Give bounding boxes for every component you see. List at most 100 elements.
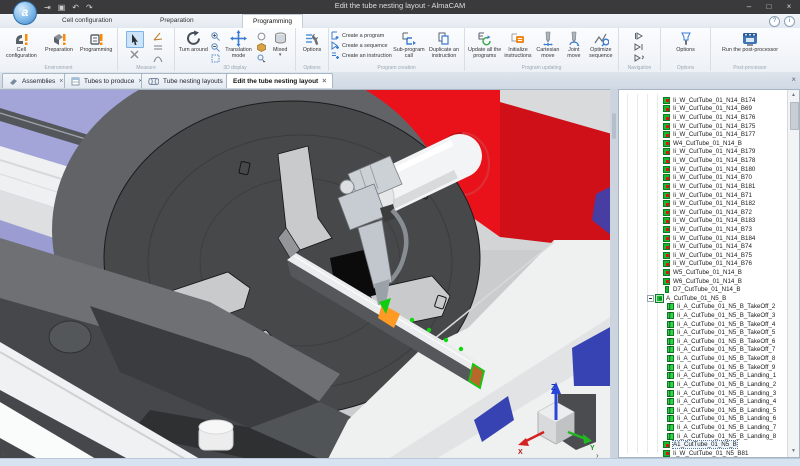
tab-cell-configuration[interactable]: Cell configuration bbox=[52, 14, 122, 27]
step-next-icon[interactable] bbox=[634, 42, 645, 52]
close-tab-icon[interactable]: × bbox=[322, 78, 326, 85]
tree-item[interactable]: Ii_A_CutTube_01_N5_B_TakeOff_9 bbox=[619, 363, 788, 372]
panel-splitter[interactable] bbox=[610, 89, 618, 458]
tree-item[interactable]: Ii_W_CutTube_01_N14_B74 bbox=[619, 242, 788, 251]
help-icon[interactable]: ? bbox=[769, 16, 780, 27]
tree-item[interactable]: Ii_A_CutTube_01_N5_B_TakeOff_5 bbox=[619, 328, 788, 337]
run-post-processor-button[interactable]: Run the post-processor bbox=[720, 29, 780, 69]
doc-tab-assemblies[interactable]: Assemblies × bbox=[2, 73, 70, 88]
tree-item[interactable]: A1_CutTube_01_N5_B bbox=[619, 440, 788, 449]
zoom-window-icon[interactable] bbox=[210, 53, 221, 63]
tree-item[interactable]: Ii_A_CutTube_01_N5_B_Landing_5 bbox=[619, 406, 788, 415]
tree-item[interactable]: Ii_A_CutTube_01_N5_B_TakeOff_7 bbox=[619, 346, 788, 355]
tree-item[interactable]: Ii_W_CutTube_01_N14_B75 bbox=[619, 251, 788, 260]
tree-item[interactable]: Ii_A_CutTube_01_N5_B_TakeOff_8 bbox=[619, 354, 788, 363]
tree-scrollbar[interactable]: ▲ ▼ bbox=[787, 90, 799, 457]
tree-item[interactable]: Ii_W_CutTube_01_N14_B181 bbox=[619, 182, 788, 191]
tree-item[interactable]: Ii_W_CutTube_01_N14_B184 bbox=[619, 234, 788, 243]
scroll-left-icon[interactable]: ‹ bbox=[2, 449, 5, 458]
close-panel-icon[interactable]: × bbox=[791, 75, 796, 84]
3d-viewport[interactable]: Z X Y ‹ › bbox=[0, 89, 612, 458]
tree-item[interactable]: Ii_A_CutTube_01_N5_B_TakeOff_4 bbox=[619, 320, 788, 329]
zoom-selection-icon[interactable] bbox=[256, 53, 267, 63]
turn-around-button[interactable]: Turn around bbox=[177, 29, 210, 69]
tree-item[interactable]: Ii_A_CutTube_01_N5_B_Landing_3 bbox=[619, 389, 788, 398]
tree-item[interactable]: Ii_A_CutTube_01_N5_B_Landing_4 bbox=[619, 397, 788, 406]
zoom-in-icon[interactable] bbox=[210, 31, 221, 41]
tree-item[interactable]: Ii_A_CutTube_01_N5_B_Landing_6 bbox=[619, 415, 788, 424]
go-to-instruction-icon[interactable] bbox=[634, 53, 645, 63]
close-tab-icon[interactable]: × bbox=[59, 78, 63, 85]
mixed-button[interactable]: Mixed ▾ bbox=[267, 29, 293, 69]
tree-item[interactable]: Ii_A_CutTube_01_N5_B_Landing_8 bbox=[619, 432, 788, 441]
tree-item[interactable]: Ii_W_CutTube_01_N14_B73 bbox=[619, 225, 788, 234]
minimize-button[interactable]: – bbox=[740, 0, 758, 14]
tree-item[interactable]: Ii_A_CutTube_01_N5_B_Landing_1 bbox=[619, 372, 788, 381]
tree-item[interactable]: Ii_W_CutTube_01_N14_B69 bbox=[619, 105, 788, 114]
almacam-logo[interactable]: a bbox=[13, 1, 37, 25]
tree-item[interactable]: Ii_W_CutTube_01_N14_B70 bbox=[619, 173, 788, 182]
tree-item[interactable]: Ii_W_CutTube_01_N14_B176 bbox=[619, 113, 788, 122]
scroll-down-icon[interactable]: ▼ bbox=[788, 446, 799, 457]
tree-item[interactable]: Ii_W_CutTube_01_N14_B72 bbox=[619, 208, 788, 217]
tree-item[interactable]: D7_CutTube_01_N14_B bbox=[619, 285, 788, 294]
tree-item[interactable]: A_CutTube_01_N5_B bbox=[619, 294, 788, 303]
delete-measure-icon[interactable] bbox=[126, 49, 142, 59]
tree-item[interactable]: Ii_A_CutTube_01_N5_B_TakeOff_2 bbox=[619, 303, 788, 312]
joint-move-button[interactable]: Joint move bbox=[562, 29, 586, 69]
doc-tab-tube-nesting-layouts[interactable]: Tube nesting layouts × bbox=[141, 73, 238, 88]
tree-item[interactable]: Ii_W_CutTube_01_N14_B183 bbox=[619, 217, 788, 226]
step-first-icon[interactable] bbox=[634, 31, 645, 41]
tree-item[interactable]: Ii_A_CutTube_01_N5_B_Landing_2 bbox=[619, 380, 788, 389]
pointer-tool-icon[interactable] bbox=[126, 31, 144, 48]
info-icon[interactable]: i bbox=[784, 16, 795, 27]
tree-item[interactable]: W5_CutTube_01_N14_B bbox=[619, 268, 788, 277]
tree-item[interactable]: Ii_W_CutTube_01_N14_B175 bbox=[619, 122, 788, 131]
tree-item[interactable]: Ii_W_CutTube_01_N14_B174 bbox=[619, 96, 788, 105]
options-button-1[interactable]: Options bbox=[298, 29, 326, 69]
tree-item[interactable]: Ii_W_CutTube_01_N14_B179 bbox=[619, 148, 788, 157]
duplicate-instruction-button[interactable]: Duplicate an instruction bbox=[426, 29, 462, 69]
cartesian-move-button[interactable]: Cartesian move bbox=[534, 29, 562, 69]
doc-tab-edit-tube-nesting-layout[interactable]: Edit the tube nesting layout × bbox=[226, 73, 333, 88]
close-button[interactable]: × bbox=[780, 0, 798, 14]
tree-item[interactable]: W6_CutTube_01_N14_B bbox=[619, 277, 788, 286]
cell-configuration-button[interactable]: Cell configuration bbox=[2, 29, 41, 69]
tree-item[interactable]: W4_CutTube_01_N14_B bbox=[619, 139, 788, 148]
tree-item[interactable]: Ii_W_CutTube_01_N14_B182 bbox=[619, 199, 788, 208]
measure-distance-icon[interactable] bbox=[152, 42, 163, 52]
create-sequence-button[interactable]: Create a sequence bbox=[331, 41, 392, 50]
create-program-button[interactable]: Create a program bbox=[331, 31, 392, 40]
tree-item[interactable]: Ii_W_CutTube_01_N14_B76 bbox=[619, 260, 788, 269]
measure-arc-icon[interactable] bbox=[152, 53, 163, 63]
translation-mode-button[interactable]: Translation mode bbox=[221, 29, 257, 69]
update-all-programs-button[interactable]: Update all the programs bbox=[467, 29, 502, 69]
tree-item[interactable]: Ii_W_CutTube_01_N5_B81 bbox=[619, 449, 788, 458]
part-status-icon bbox=[663, 105, 670, 112]
scrollbar-thumb[interactable] bbox=[790, 102, 799, 130]
collapse-expander-icon[interactable] bbox=[647, 295, 654, 302]
sub-program-call-button[interactable]: Sub-program call bbox=[392, 29, 426, 69]
scroll-up-icon[interactable]: ▲ bbox=[788, 90, 799, 101]
zoom-out-icon[interactable] bbox=[210, 42, 221, 52]
optimize-sequence-button[interactable]: Optimize sequence bbox=[586, 29, 616, 69]
tree-item[interactable]: Ii_A_CutTube_01_N5_B_Landing_7 bbox=[619, 423, 788, 432]
measure-angle-icon[interactable] bbox=[152, 31, 163, 41]
preparation-button[interactable]: Preparation bbox=[41, 29, 78, 69]
programming-button[interactable]: Programming bbox=[77, 29, 115, 69]
tree-item[interactable]: Ii_W_CutTube_01_N14_B178 bbox=[619, 156, 788, 165]
tree-item[interactable]: Ii_W_CutTube_01_N14_B177 bbox=[619, 130, 788, 139]
tree-item[interactable]: Ii_A_CutTube_01_N5_B_TakeOff_3 bbox=[619, 311, 788, 320]
options-button-2[interactable]: Options bbox=[671, 29, 701, 69]
doc-tab-tubes-to-produce[interactable]: Tubes to produce × bbox=[64, 73, 149, 88]
maximize-button[interactable]: □ bbox=[760, 0, 778, 14]
tree-item[interactable]: Ii_W_CutTube_01_N14_B180 bbox=[619, 165, 788, 174]
cube-display-icon[interactable] bbox=[256, 42, 267, 52]
tab-preparation[interactable]: Preparation bbox=[150, 14, 204, 27]
tab-programming[interactable]: Programming bbox=[242, 14, 303, 28]
initialize-instructions-button[interactable]: Initialize instructions bbox=[502, 29, 533, 69]
circle-display-icon[interactable] bbox=[256, 31, 267, 41]
tree-item[interactable]: Ii_A_CutTube_01_N5_B_TakeOff_6 bbox=[619, 337, 788, 346]
create-instruction-button[interactable]: Create an instruction bbox=[331, 51, 392, 60]
tree-item[interactable]: Ii_W_CutTube_01_N14_B71 bbox=[619, 191, 788, 200]
